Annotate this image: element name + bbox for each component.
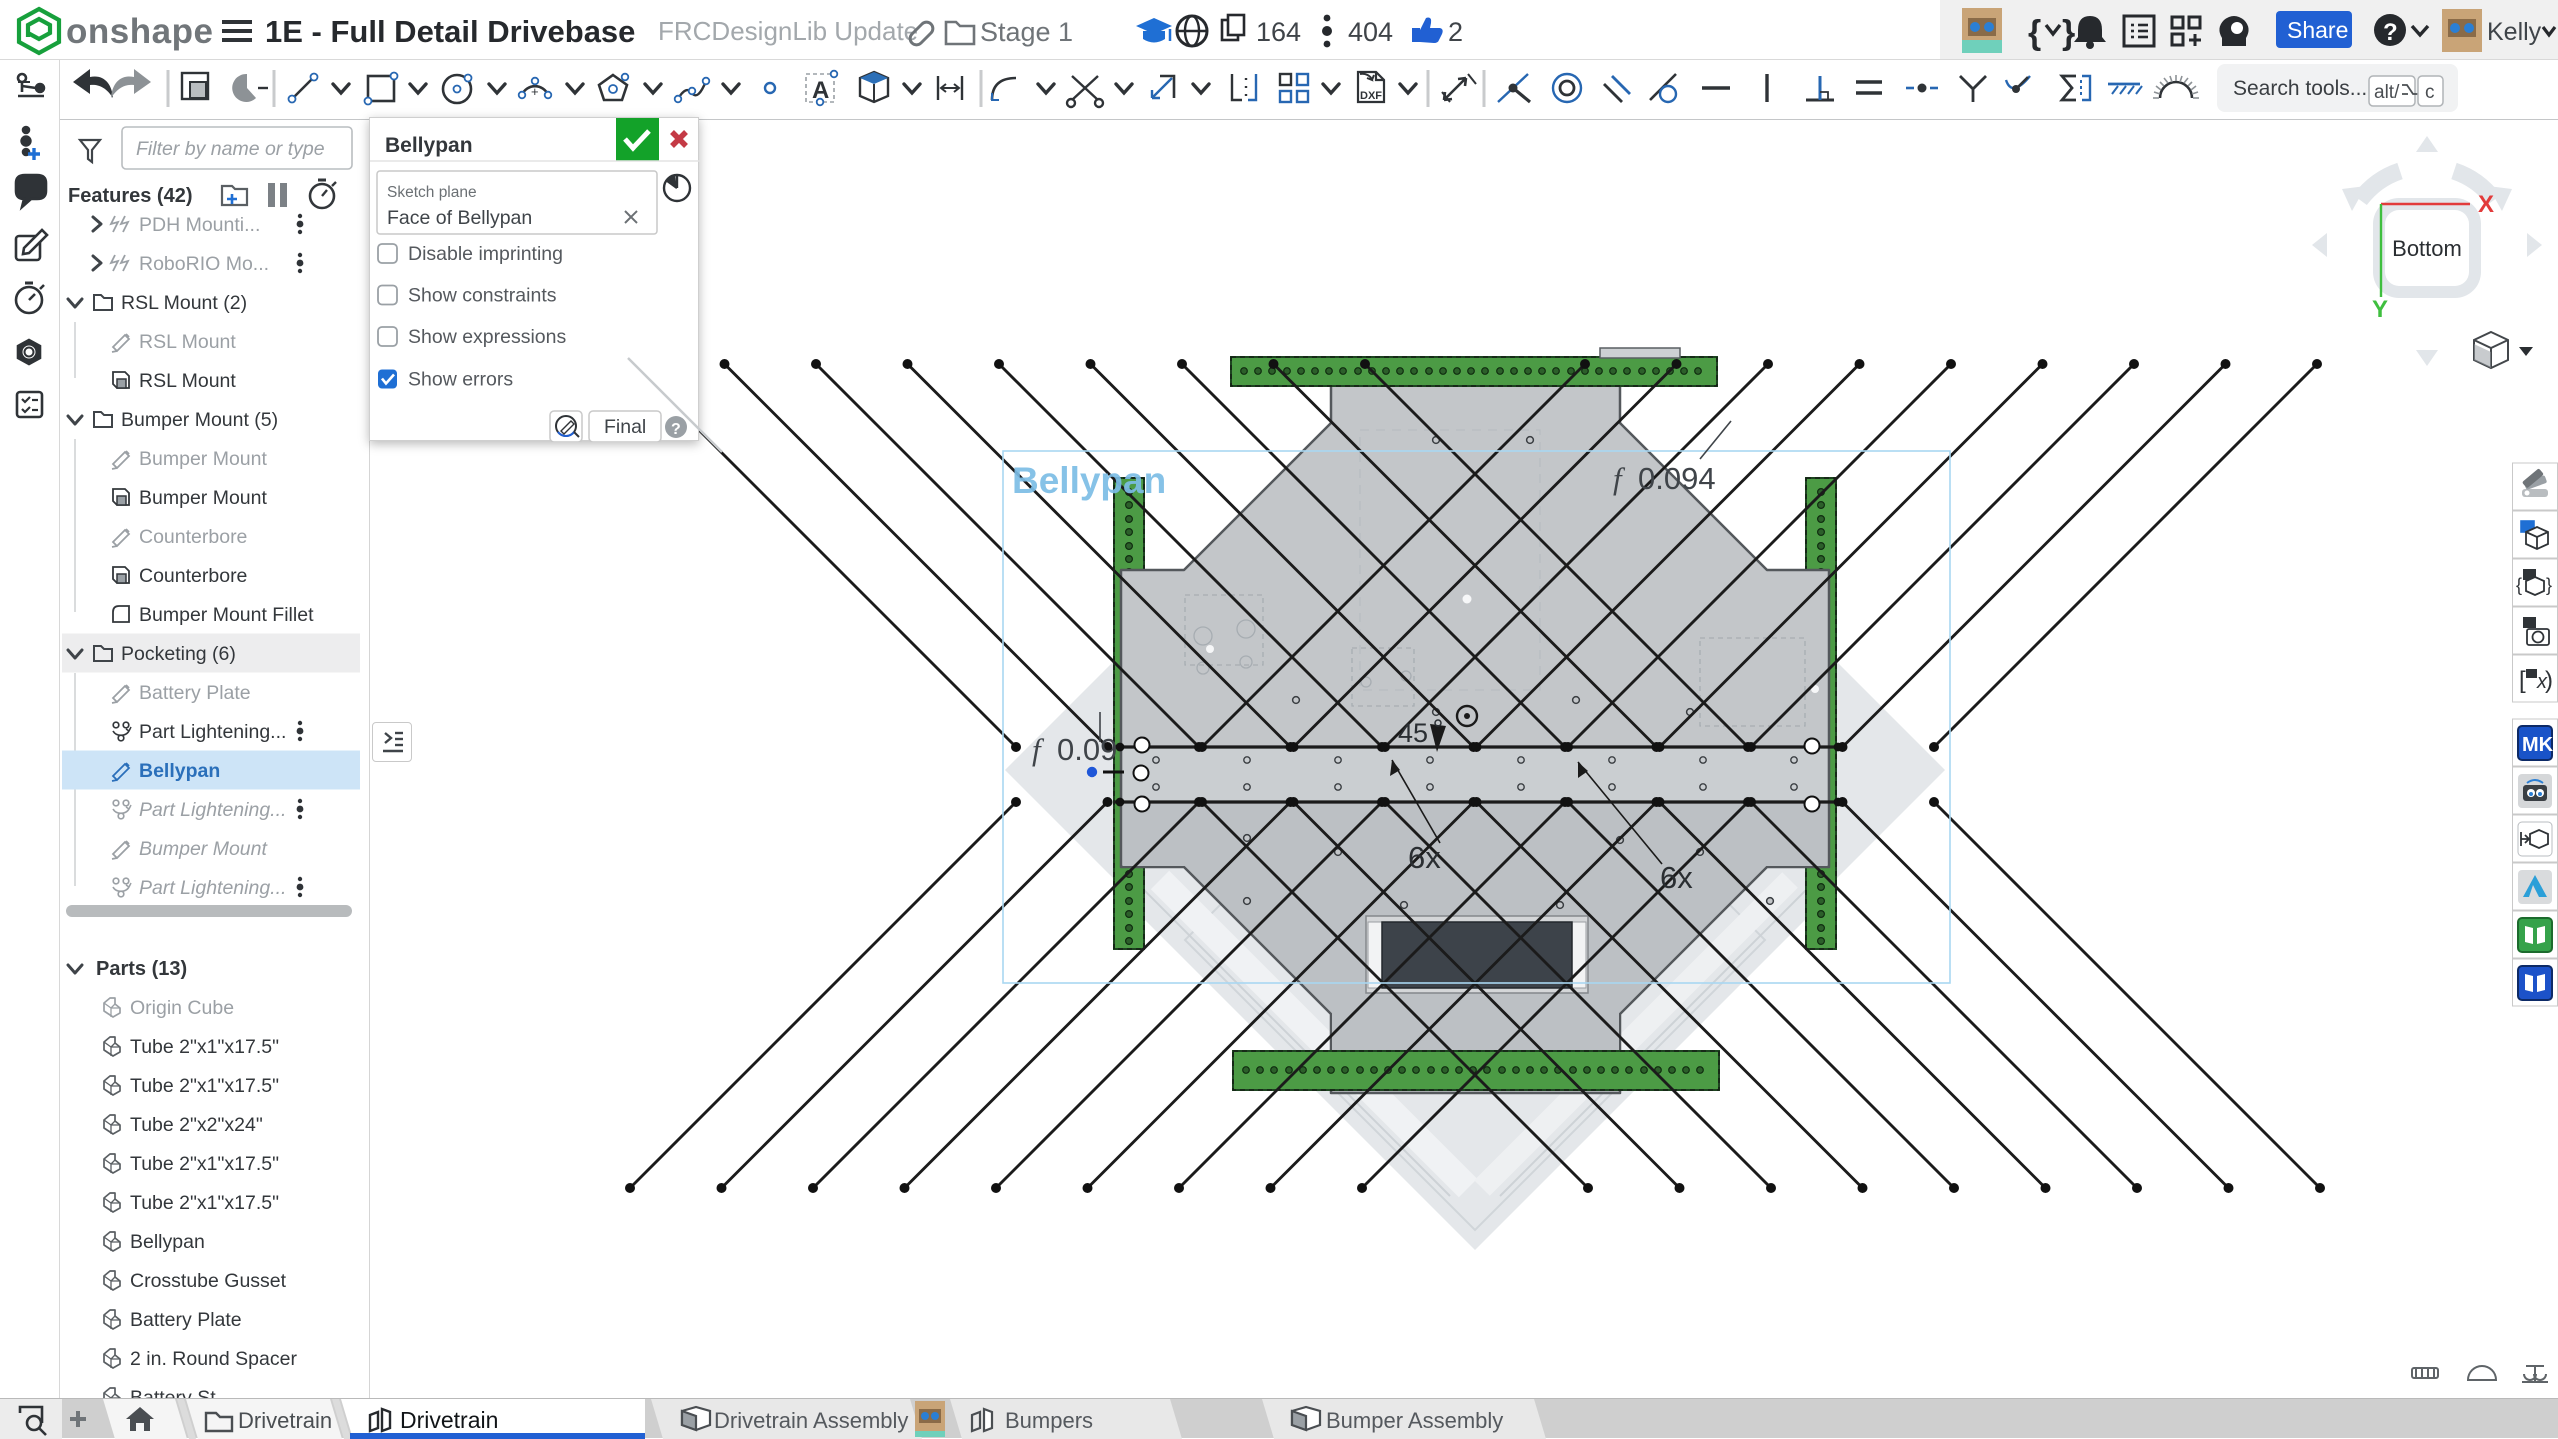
svg-text:Tube 2"x2"x24": Tube 2"x2"x24": [130, 1114, 263, 1136]
svg-text:Bumper Mount Fillet: Bumper Mount Fillet: [139, 604, 314, 626]
svg-text:Disable imprinting: Disable imprinting: [408, 243, 563, 265]
svg-text:DXF: DXF: [1360, 90, 1382, 102]
svg-text:404: 404: [1348, 17, 1393, 47]
svg-text:RSL Mount: RSL Mount: [139, 370, 236, 392]
svg-text:Bellypan: Bellypan: [139, 760, 220, 782]
svg-text:Tube 2"x1"x17.5": Tube 2"x1"x17.5": [130, 1075, 279, 1097]
svg-text:0.094: 0.094: [1638, 461, 1716, 496]
svg-text:6x: 6x: [1660, 860, 1693, 895]
svg-text:Search tools...: Search tools...: [2233, 77, 2367, 100]
svg-text:Sketch plane: Sketch plane: [387, 184, 477, 201]
svg-text:Drivetrain: Drivetrain: [400, 1407, 498, 1433]
svg-text:Drivetrain: Drivetrain: [238, 1408, 332, 1433]
svg-text:Bellypan: Bellypan: [1012, 460, 1166, 501]
svg-text:Part Lightening...: Part Lightening...: [139, 877, 286, 899]
svg-text:MK: MK: [2522, 734, 2554, 756]
svg-text:RSL Mount: RSL Mount: [139, 331, 236, 353]
svg-text:Bumper Mount: Bumper Mount: [139, 487, 267, 509]
svg-text:X: X: [2478, 191, 2494, 218]
svg-text:RoboRIO Mo...: RoboRIO Mo...: [139, 253, 269, 275]
svg-text:Face of Bellypan: Face of Bellypan: [387, 207, 532, 229]
svg-text:Tube 2"x1"x17.5": Tube 2"x1"x17.5": [130, 1036, 279, 1058]
svg-text:Bumper Mount (5): Bumper Mount (5): [121, 409, 278, 431]
svg-text:45: 45: [1398, 718, 1428, 748]
svg-text:Filter by name or type: Filter by name or type: [136, 138, 325, 160]
svg-text:Part Lightening...: Part Lightening...: [139, 799, 286, 821]
svg-text:Bumpers: Bumpers: [1005, 1408, 1093, 1433]
svg-text:6x: 6x: [1408, 840, 1441, 875]
svg-text:Origin Cube: Origin Cube: [130, 997, 234, 1019]
svg-text:?: ?: [2383, 19, 2398, 46]
svg-text:): ): [2545, 667, 2553, 694]
svg-text:Battery Plate: Battery Plate: [139, 682, 251, 704]
svg-text:Bumper Mount: Bumper Mount: [139, 448, 267, 470]
svg-text:{: {: [2516, 575, 2522, 595]
svg-text:Drivetrain Assembly: Drivetrain Assembly: [714, 1408, 908, 1433]
svg-text:}: }: [2546, 575, 2552, 595]
svg-text:Y: Y: [2372, 296, 2388, 323]
svg-text:Counterbore: Counterbore: [139, 565, 247, 587]
svg-text:c: c: [2425, 82, 2435, 103]
svg-text:0.09: 0.09: [1057, 732, 1117, 767]
svg-text:Battery Plate: Battery Plate: [130, 1309, 242, 1331]
svg-text:+: +: [531, 84, 539, 99]
svg-text:RSL Mount (2): RSL Mount (2): [121, 292, 247, 314]
svg-text:Bottom: Bottom: [2392, 236, 2462, 261]
svg-text:Counterbore: Counterbore: [139, 526, 247, 548]
svg-text:FRCDesignLib Update: FRCDesignLib Update: [658, 16, 918, 46]
svg-text:Part Lightening...: Part Lightening...: [139, 721, 286, 743]
svg-text:Show errors: Show errors: [408, 369, 513, 391]
svg-text:Bellypan: Bellypan: [130, 1231, 205, 1253]
svg-text:2 in. Round Spacer: 2 in. Round Spacer: [130, 1348, 297, 1370]
svg-text:[: [: [2519, 667, 2526, 694]
svg-text:Tube 2"x1"x17.5": Tube 2"x1"x17.5": [130, 1192, 279, 1214]
svg-text:Features (42): Features (42): [68, 185, 193, 207]
svg-text:Show constraints: Show constraints: [408, 285, 557, 307]
svg-text:Share: Share: [2287, 17, 2348, 43]
svg-text:PDH Mounti...: PDH Mounti...: [139, 214, 260, 236]
svg-text:Pocketing (6): Pocketing (6): [121, 643, 236, 665]
svg-text:Bellypan: Bellypan: [385, 134, 473, 157]
svg-text:alt/: alt/: [2374, 82, 2400, 103]
svg-text:Stage 1: Stage 1: [980, 17, 1073, 47]
svg-text:Kelly: Kelly: [2487, 18, 2542, 46]
svg-text:Show expressions: Show expressions: [408, 326, 566, 348]
svg-text:Crosstube Gusset: Crosstube Gusset: [130, 1270, 287, 1292]
svg-text:Parts (13): Parts (13): [96, 958, 187, 980]
svg-text:164: 164: [1256, 17, 1301, 47]
svg-text:{: {: [2028, 14, 2041, 52]
svg-text:Bumper Mount: Bumper Mount: [139, 838, 268, 860]
svg-text:Bumper Assembly: Bumper Assembly: [1326, 1408, 1503, 1433]
svg-text:Battery St...: Battery St...: [130, 1387, 232, 1398]
svg-text:}: }: [2062, 14, 2075, 52]
svg-text:2: 2: [1448, 17, 1463, 47]
svg-text:Tube 2"x1"x17.5": Tube 2"x1"x17.5": [130, 1153, 279, 1175]
